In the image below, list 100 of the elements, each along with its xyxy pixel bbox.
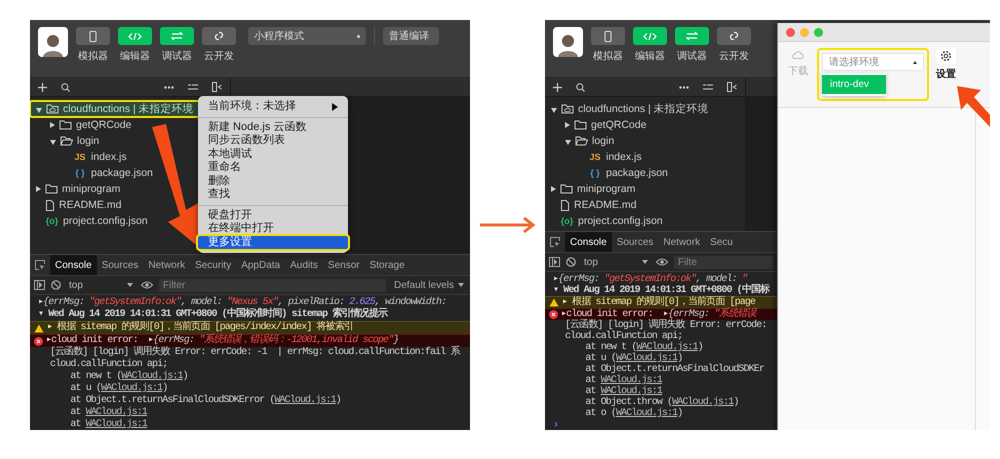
mode-select[interactable]: 小程序模式 [248,27,366,45]
tool-button[interactable] [118,27,152,45]
caret-icon[interactable] [36,108,42,112]
console-message: at Object.throw (WACloud.js:1) [584,397,738,408]
console-message: cloud.callFunction api; [565,331,682,342]
source-link[interactable]: WACloud.js:1 [616,408,678,419]
source-link[interactable]: WACloud.js:1 [86,419,147,430]
caret-icon[interactable] [36,186,41,192]
tree-item[interactable]: README.md [545,197,642,213]
menu-item[interactable]: 更多设置 [198,236,348,249]
context-select[interactable]: top [582,255,650,269]
tool-button[interactable] [202,27,236,45]
tree-item[interactable]: {o} project.config.json [30,213,154,229]
source-link[interactable]: WACloud.js:1 [121,371,183,382]
more-icon[interactable] [164,86,174,88]
source-link[interactable]: WACloud.js:1 [86,407,147,418]
menu-item[interactable]: 同步云函数列表 [198,134,348,148]
source-link[interactable]: WACloud.js:1 [101,383,162,394]
tool-label: 模拟器 [593,50,623,63]
close-button[interactable] [786,28,795,36]
tree-item[interactable]: JS index.js [545,149,648,165]
settings-button[interactable]: 设置 [936,48,956,81]
avatar[interactable] [38,27,68,57]
split-icon[interactable] [727,82,737,92]
eye-icon[interactable] [656,258,668,266]
tree-item[interactable]: {o} project.config.json [545,213,669,229]
tool-button[interactable] [633,27,667,45]
tree-item[interactable]: { } package.json [30,165,159,181]
caret-icon[interactable] [50,140,56,144]
tool-button[interactable] [717,27,751,45]
plus-icon[interactable] [38,82,47,92]
compile-select[interactable]: 普通编译 [383,27,439,45]
more-icon[interactable] [679,86,689,88]
filter-field[interactable]: Filte [674,256,773,268]
menu-item[interactable]: 硬盘打开 [198,208,348,222]
tree-item[interactable]: getQRCode [545,117,652,133]
clear-icon[interactable] [51,280,61,290]
list-icon[interactable] [703,83,713,91]
clear-icon[interactable] [566,257,576,267]
caret-icon[interactable] [565,122,570,128]
devtools-tab[interactable]: Sensor [322,255,365,275]
menu-item[interactable]: 本地调试 [198,148,348,161]
tool-button[interactable] [591,27,625,45]
menu-item[interactable]: 重命名 [198,161,348,174]
devtools-tab[interactable]: Security [190,255,236,275]
devtools-tab[interactable]: Sources [612,232,658,252]
devtools-tab[interactable]: Network [143,255,190,275]
tree-item[interactable]: JS index.js [30,149,133,165]
plus-icon[interactable] [553,82,562,92]
tree-item[interactable]: login [545,133,620,149]
tree-item[interactable]: README.md [30,197,128,213]
tree-item[interactable]: miniprogram [30,181,126,197]
cloud-folder-icon [561,104,574,114]
tree-item[interactable]: cloudfunctions | 未指定环境 [545,101,715,117]
tree-item[interactable]: login [30,133,106,149]
context-select[interactable]: top [67,278,135,292]
env-select[interactable]: 请选择环境 [822,53,924,71]
caret-icon[interactable] [551,108,557,112]
devtools-tab[interactable]: Console [565,232,612,252]
tool-button[interactable] [675,27,709,45]
tool-button[interactable] [160,27,194,45]
devtools-tab[interactable]: Console [50,255,97,275]
menu-item[interactable]: 新建 Node.js 云函数 [198,120,348,134]
menu-item[interactable]: 在终端中打开 [198,222,348,236]
caret-icon[interactable] [565,140,571,144]
avatar[interactable] [553,27,583,57]
levels-select[interactable]: Default levels [392,280,466,290]
source-link[interactable]: WACloud.js:1 [636,342,698,353]
list-icon[interactable] [188,83,198,91]
split-icon[interactable] [212,82,222,92]
devtools-tab[interactable]: Secu [705,232,738,252]
source-link[interactable]: WACloud.js:1 [672,397,734,408]
inspect-icon[interactable] [550,237,560,247]
search-icon[interactable] [61,82,70,92]
filter-field[interactable]: Filter [159,278,386,292]
tree-item[interactable]: miniprogram [545,181,642,197]
inspect-icon[interactable] [35,260,45,270]
tool-button[interactable] [76,27,110,45]
caret-icon[interactable] [50,122,55,128]
devtools-tab[interactable]: AppData [236,255,286,275]
eye-icon[interactable] [141,281,153,289]
devtools-tab[interactable]: Audits [285,255,323,275]
source-link[interactable]: WACloud.js:1 [274,395,336,406]
tree-item[interactable]: { } package.json [545,165,674,181]
tree-item[interactable]: getQRCode [30,117,138,133]
source-link[interactable]: WACloud.js:1 [616,353,678,364]
sidebar-icon[interactable] [34,280,45,290]
folder-icon [574,120,587,130]
sidebar-icon[interactable] [549,257,560,267]
source-link[interactable]: WACloud.js:1 [600,386,662,397]
menu-item[interactable]: 查找 [198,188,348,202]
code-icon [643,32,657,40]
source-link[interactable]: WACloud.js:1 [600,375,662,386]
error-icon [549,310,558,319]
caret-icon[interactable] [551,186,556,192]
devtools-tab[interactable]: Network [658,232,706,252]
search-icon[interactable] [576,82,585,92]
menu-item[interactable]: 删除 [198,174,348,188]
devtools-tab[interactable]: Storage [364,255,410,275]
devtools-tab[interactable]: Sources [96,255,144,275]
